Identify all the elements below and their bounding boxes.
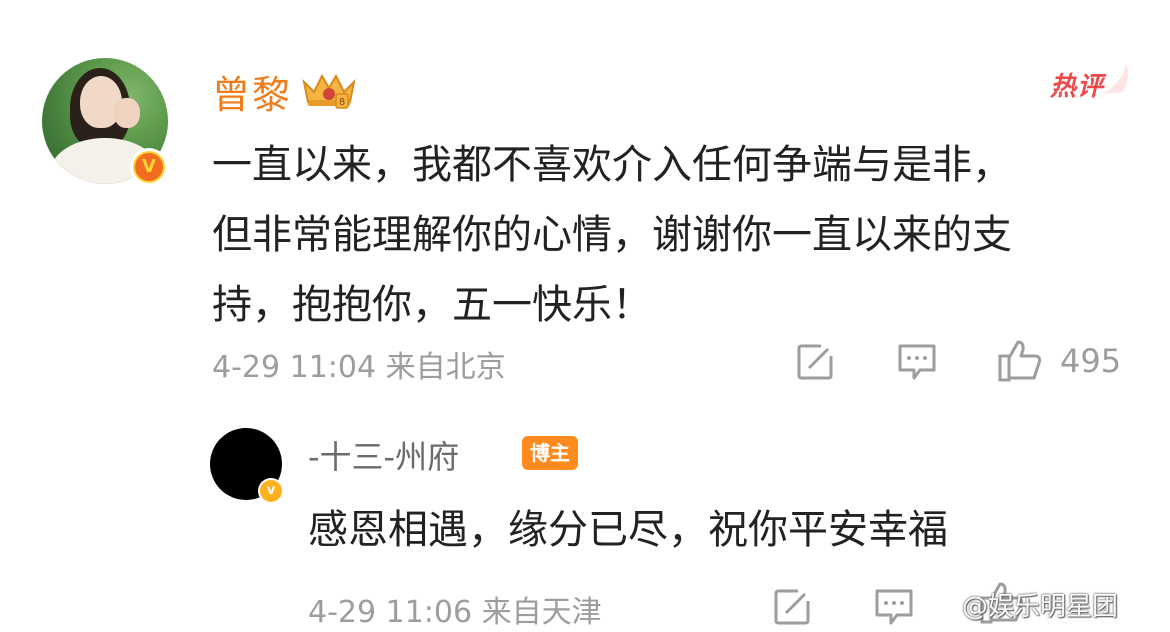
verified-badge-icon: v (258, 478, 284, 504)
reply-text: 感恩相遇，缘分已尽，祝你平安幸福 (308, 507, 948, 553)
crown-badge-icon[interactable]: 8 (300, 68, 358, 110)
edit-share-icon[interactable] (795, 340, 837, 382)
hot-comment-tag: 热评 (1050, 72, 1105, 102)
reply-author-name[interactable]: -十三-州府 (308, 432, 459, 478)
verified-badge-icon: V (130, 148, 168, 186)
commenter-name[interactable]: 曾黎 (212, 64, 292, 119)
comment-icon[interactable] (873, 585, 915, 627)
comment-line: 但非常能理解你的心情，谢谢你一直以来的支 (212, 212, 1012, 258)
edit-share-icon[interactable] (772, 585, 814, 627)
comment-line: 持，抱抱你，五一快乐！ (212, 282, 652, 328)
watermark: @娱乐明星团 (962, 592, 1119, 622)
reply-meta: 4-29 11:06 来自天津 (308, 595, 602, 630)
blogger-badge: 博主 (522, 436, 578, 470)
thumbs-up-icon[interactable] (996, 336, 1044, 384)
comment-meta: 4-29 11:04 来自北京 (212, 350, 506, 385)
like-count: 495 (1060, 342, 1122, 380)
svg-text:8: 8 (339, 97, 345, 108)
comment-icon[interactable] (896, 340, 938, 382)
comment-line: 一直以来，我都不喜欢介入任何争端与是非， (212, 142, 1012, 188)
comment-text: 一直以来，我都不喜欢介入任何争端与是非， 但非常能理解你的心情，谢谢你一直以来的… (212, 130, 1132, 340)
